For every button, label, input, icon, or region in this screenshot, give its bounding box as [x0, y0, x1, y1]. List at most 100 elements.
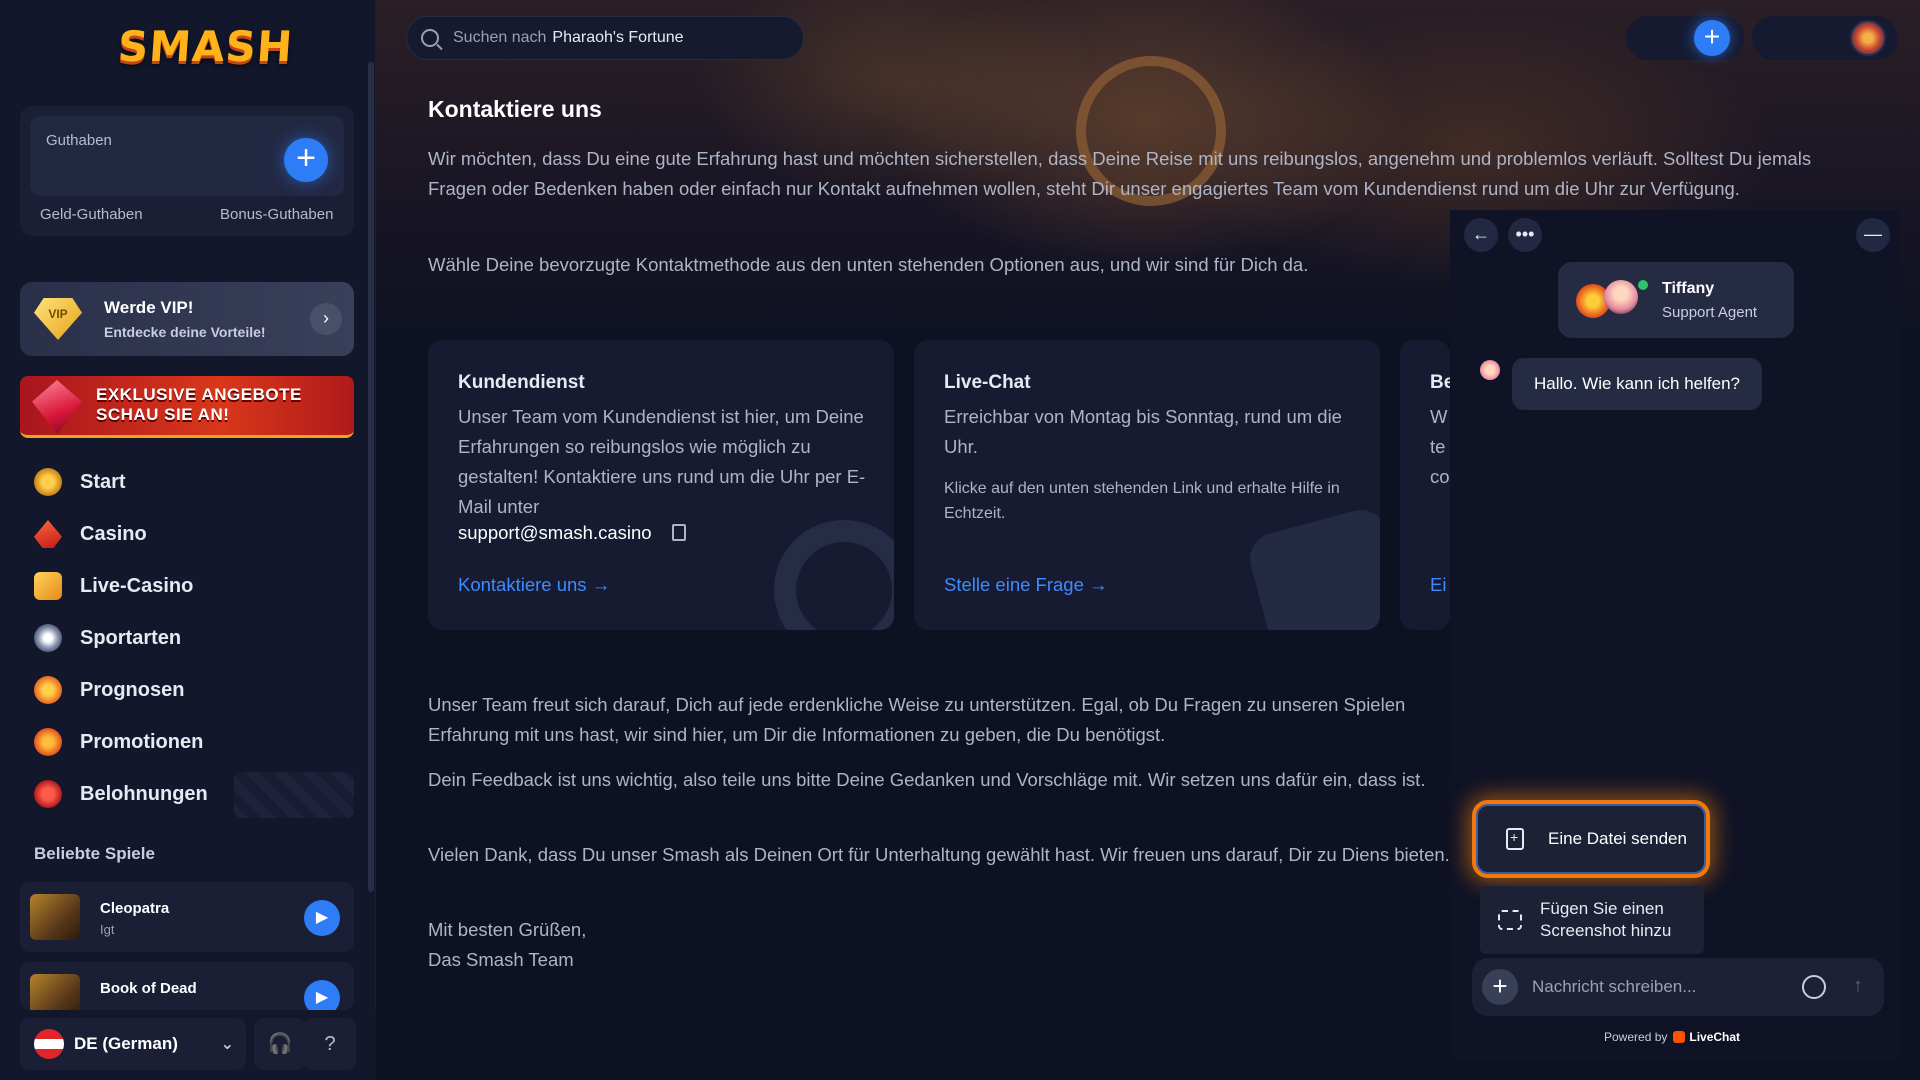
- sidebar-item-label: Casino: [80, 522, 147, 545]
- sidebar-item-label: Start: [80, 470, 126, 493]
- balance-box: Guthaben +: [30, 116, 344, 196]
- headset-icon[interactable]: 🎧: [254, 1018, 306, 1070]
- contact-us-link[interactable]: Kontaktiere uns →: [458, 574, 610, 596]
- sidebar-item-live-casino[interactable]: Live-Casino: [20, 560, 354, 612]
- main-nav: Start Casino Live-Casino Sportarten Prog…: [20, 456, 354, 820]
- body-paragraph-3: Vielen Dank, dass Du unser Smash als Dei…: [428, 844, 1450, 865]
- online-status-icon: [1638, 280, 1648, 290]
- intro-text: Wir möchten, dass Du eine gute Erfahrung…: [428, 148, 1812, 199]
- game-card-book-of-dead[interactable]: Book of Dead ▶: [20, 962, 354, 1010]
- help-icon[interactable]: ?: [304, 1018, 356, 1070]
- emoji-icon[interactable]: [1802, 975, 1826, 999]
- vip-subtitle: Entdecke deine Vorteile!: [104, 324, 266, 340]
- avatar[interactable]: [1850, 20, 1886, 56]
- balance-label: Guthaben: [46, 132, 112, 149]
- deposit-plus-icon[interactable]: +: [1694, 20, 1730, 56]
- vip-diamond-icon: VIP: [34, 298, 82, 340]
- austria-flag-icon: [34, 1029, 64, 1059]
- soccer-ball-icon: [34, 624, 62, 652]
- livechat-logo-icon: [1673, 1031, 1686, 1043]
- sidebar-item-promotions[interactable]: Promotionen: [20, 716, 354, 768]
- card-text: Erreichbar von Montag bis Sonntag, rund …: [944, 406, 1342, 457]
- game-name: Book of Dead: [100, 980, 197, 997]
- copy-icon[interactable]: [672, 524, 686, 541]
- add-screenshot-button[interactable]: Fügen Sie einen Screenshot hinzu: [1480, 886, 1704, 954]
- vip-title: Werde VIP!: [104, 298, 194, 317]
- gift-icon: [34, 728, 62, 756]
- search-query: Pharaoh's Fortune: [552, 29, 684, 46]
- sidebar-item-label: Promotionen: [80, 730, 204, 753]
- body-paragraph-1: Unser Team freut sich darauf, Dich auf j…: [428, 694, 1406, 745]
- send-file-button[interactable]: Eine Datei senden: [1472, 800, 1710, 878]
- game-card-cleopatra[interactable]: Cleopatra Igt ▶: [20, 882, 354, 952]
- attach-plus-icon[interactable]: +: [1482, 969, 1518, 1005]
- ask-question-link[interactable]: Stelle eine Frage →: [944, 574, 1108, 596]
- sidebar-item-predictions[interactable]: Prognosen: [20, 664, 354, 716]
- card-text: Unser Team vom Kundendienst ist hier, um…: [458, 406, 866, 517]
- play-icon[interactable]: ▶: [304, 900, 340, 936]
- screenshot-label-line-2: Screenshot hinzu: [1540, 921, 1672, 940]
- more-options-icon[interactable]: •••: [1508, 218, 1542, 252]
- game-provider: Igt: [100, 922, 115, 937]
- agent-mini-avatar: [1480, 360, 1500, 380]
- offer-line-1: EXKLUSIVE ANGEBOTE: [96, 385, 302, 404]
- file-upload-icon: [1506, 828, 1524, 850]
- exclusive-offers-banner[interactable]: EXKLUSIVE ANGEBOTE SCHAU SIE AN!: [20, 376, 354, 438]
- powered-by-label: Powered by: [1604, 1030, 1668, 1044]
- live-chat-card: Live-Chat Erreichbar von Montag bis Sonn…: [914, 340, 1380, 630]
- livechat-brand: LiveChat: [1689, 1030, 1741, 1044]
- chevron-down-icon: ⌄: [220, 1036, 234, 1053]
- agent-name: Tiffany: [1662, 280, 1715, 297]
- support-email[interactable]: support@smash.casino: [458, 522, 652, 544]
- support-card: Kundendienst Unser Team vom Kundendienst…: [428, 340, 894, 630]
- search-icon: [421, 29, 439, 47]
- card-small-text: Klicke auf den unten stehenden Link und …: [944, 480, 1340, 522]
- card-text: W te co: [1430, 406, 1450, 487]
- smash-logo[interactable]: SMASH: [116, 22, 294, 72]
- sidebar-item-casino[interactable]: Casino: [20, 508, 354, 560]
- deposit-plus-button[interactable]: +: [284, 138, 328, 182]
- send-arrow-icon[interactable]: ↑: [1846, 975, 1870, 999]
- message-composer: + Nachricht schreiben... ↑: [1472, 958, 1884, 1016]
- game-thumbnail: [30, 974, 80, 1010]
- search-prefix: Suchen nach: [453, 29, 547, 46]
- sidebar-item-rewards[interactable]: Belohnungen: [20, 768, 354, 820]
- agent-avatar: [1604, 280, 1638, 314]
- page-title: Kontaktiere uns: [428, 96, 602, 122]
- screenshot-label-line-1: Fügen Sie einen: [1540, 899, 1664, 918]
- popular-games-title: Beliebte Spiele: [34, 844, 155, 863]
- card-link[interactable]: Ei: [1430, 574, 1446, 596]
- powered-by[interactable]: Powered by LiveChat: [1604, 1030, 1740, 1044]
- language-selector[interactable]: DE (German) ⌄: [20, 1018, 246, 1070]
- game-thumbnail: [30, 894, 80, 940]
- chevron-right-icon[interactable]: ›: [310, 303, 342, 335]
- sun-icon: [34, 468, 62, 496]
- sidebar-item-label: Belohnungen: [80, 782, 208, 805]
- ruby-gem-icon: [32, 380, 82, 434]
- card-title: Be: [1430, 372, 1450, 393]
- sidebar-item-sports[interactable]: Sportarten: [20, 612, 354, 664]
- medal-icon: [34, 780, 62, 808]
- body-paragraph-2: Dein Feedback ist uns wichtig, also teil…: [428, 769, 1426, 790]
- offer-line-2: SCHAU SIE AN!: [96, 405, 230, 424]
- back-arrow-icon[interactable]: ←: [1464, 218, 1498, 252]
- sidebar-item-start[interactable]: Start: [20, 456, 354, 508]
- search-input[interactable]: Suchen nach Pharaoh's Fortune: [406, 16, 804, 60]
- sidebar: SMASH Guthaben + Geld-Guthaben Bonus-Gut…: [0, 0, 376, 1080]
- play-icon[interactable]: ▶: [304, 980, 340, 1010]
- livechat-widget: ← ••• — Tiffany Support Agent Hallo. Wie…: [1450, 210, 1900, 1060]
- trend-icon: [34, 676, 62, 704]
- third-card: Be W te co Ei: [1400, 340, 1450, 630]
- minimize-icon[interactable]: —: [1856, 218, 1890, 252]
- message-input[interactable]: Nachricht schreiben...: [1532, 977, 1802, 997]
- vip-card[interactable]: VIP Werde VIP! Entdecke deine Vorteile! …: [20, 282, 354, 356]
- sidebar-item-label: Prognosen: [80, 678, 185, 701]
- at-sign-icon: [774, 520, 894, 630]
- bonus-balance-label: Bonus-Guthaben: [220, 206, 334, 223]
- sidebar-scrollbar[interactable]: [368, 62, 374, 892]
- card-title: Live-Chat: [944, 372, 1031, 393]
- agent-message: Hallo. Wie kann ich helfen?: [1512, 358, 1763, 410]
- money-balance-label: Geld-Guthaben: [40, 206, 143, 223]
- screenshot-icon: [1498, 910, 1522, 930]
- sidebar-item-label: Sportarten: [80, 626, 182, 649]
